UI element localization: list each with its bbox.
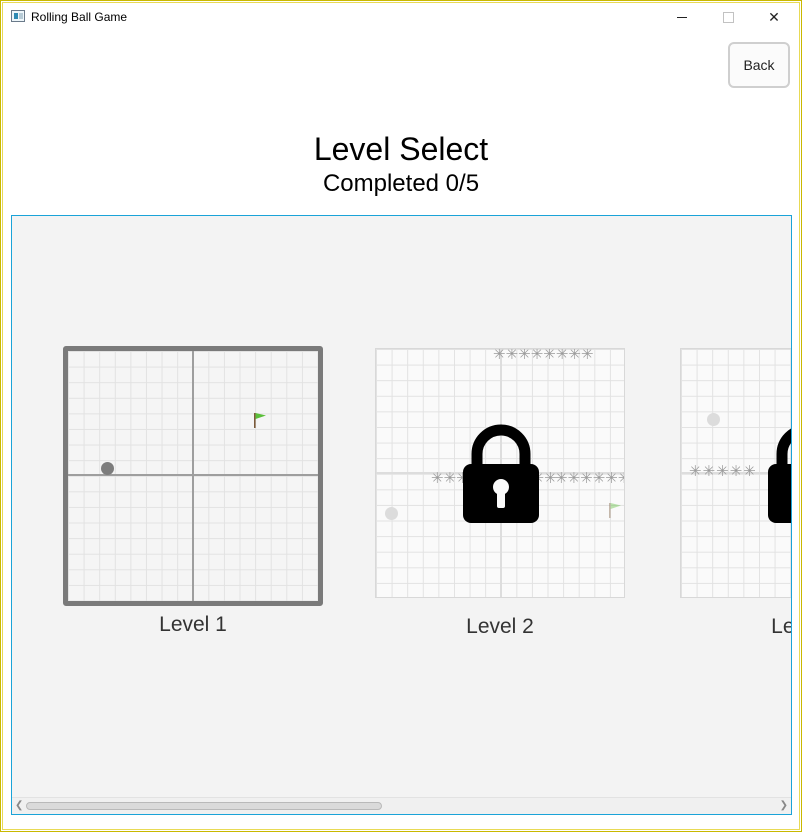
spike-row: ✳✳✳✳✳ [689, 463, 757, 480]
level-label-1: Level 1 [159, 613, 227, 636]
page-title: Level Select [313, 131, 489, 167]
level-card-2[interactable]: ✳✳✳✳✳✳✳✳ ✳✳✳✳✳✳✳✳✳✳ ✳✳✳✳✳✳✳✳✳✳ Level 2 [375, 348, 625, 638]
horizontal-scrollbar[interactable]: ❮ ❯ [12, 797, 791, 814]
scrollbar-thumb[interactable] [26, 802, 382, 810]
level-scroll-pane[interactable]: Level 1 ✳✳✳✳✳✳✳✳ ✳✳✳✳✳✳✳✳✳✳ ✳✳✳✳✳✳✳✳✳✳ [11, 215, 792, 815]
minimize-button[interactable] [659, 5, 705, 29]
lock-icon [463, 424, 539, 523]
ball [101, 462, 114, 475]
app-icon [11, 10, 25, 22]
scroll-left-arrow-icon[interactable]: ❮ [15, 800, 23, 811]
level-card-1[interactable]: Level 1 [63, 346, 323, 636]
close-button[interactable]: ✕ [751, 5, 797, 29]
spike-column: ✳✳✳✳✳✳✳✳✳✳ [431, 471, 557, 485]
maximize-button[interactable] [705, 5, 751, 29]
app-window: Rolling Ball Game ✕ Back Level Select Co… [0, 0, 802, 832]
level-1-thumbnail[interactable] [63, 346, 323, 606]
grid-axis-vertical [192, 351, 194, 601]
level-card-3[interactable]: ✳✳✳✳✳ Level 3 [680, 348, 791, 638]
window-title: Rolling Ball Game [31, 10, 128, 24]
spike-column: ✳✳✳✳✳✳✳✳ [493, 348, 594, 363]
ball [707, 413, 720, 426]
flag-icon [609, 503, 621, 518]
minimize-icon [677, 16, 687, 18]
maximize-icon [722, 11, 734, 23]
back-button[interactable]: Back [728, 42, 790, 88]
lock-icon [768, 428, 791, 523]
flag-icon [254, 413, 266, 428]
ball [385, 507, 398, 520]
scroll-right-arrow-icon[interactable]: ❯ [780, 800, 788, 811]
title-bar[interactable]: Rolling Ball Game ✕ [5, 5, 797, 29]
level-label-2: Level 2 [466, 615, 534, 638]
level-2-thumbnail[interactable]: ✳✳✳✳✳✳✳✳ ✳✳✳✳✳✳✳✳✳✳ ✳✳✳✳✳✳✳✳✳✳ [375, 348, 625, 598]
close-icon: ✕ [768, 8, 780, 25]
completion-status: Completed 0/5 [322, 170, 480, 197]
spike-column: ✳✳✳✳✳✳✳✳✳✳ [555, 470, 624, 487]
level-label-3: Level 3 [771, 615, 791, 638]
level-3-thumbnail[interactable]: ✳✳✳✳✳ [680, 348, 791, 598]
